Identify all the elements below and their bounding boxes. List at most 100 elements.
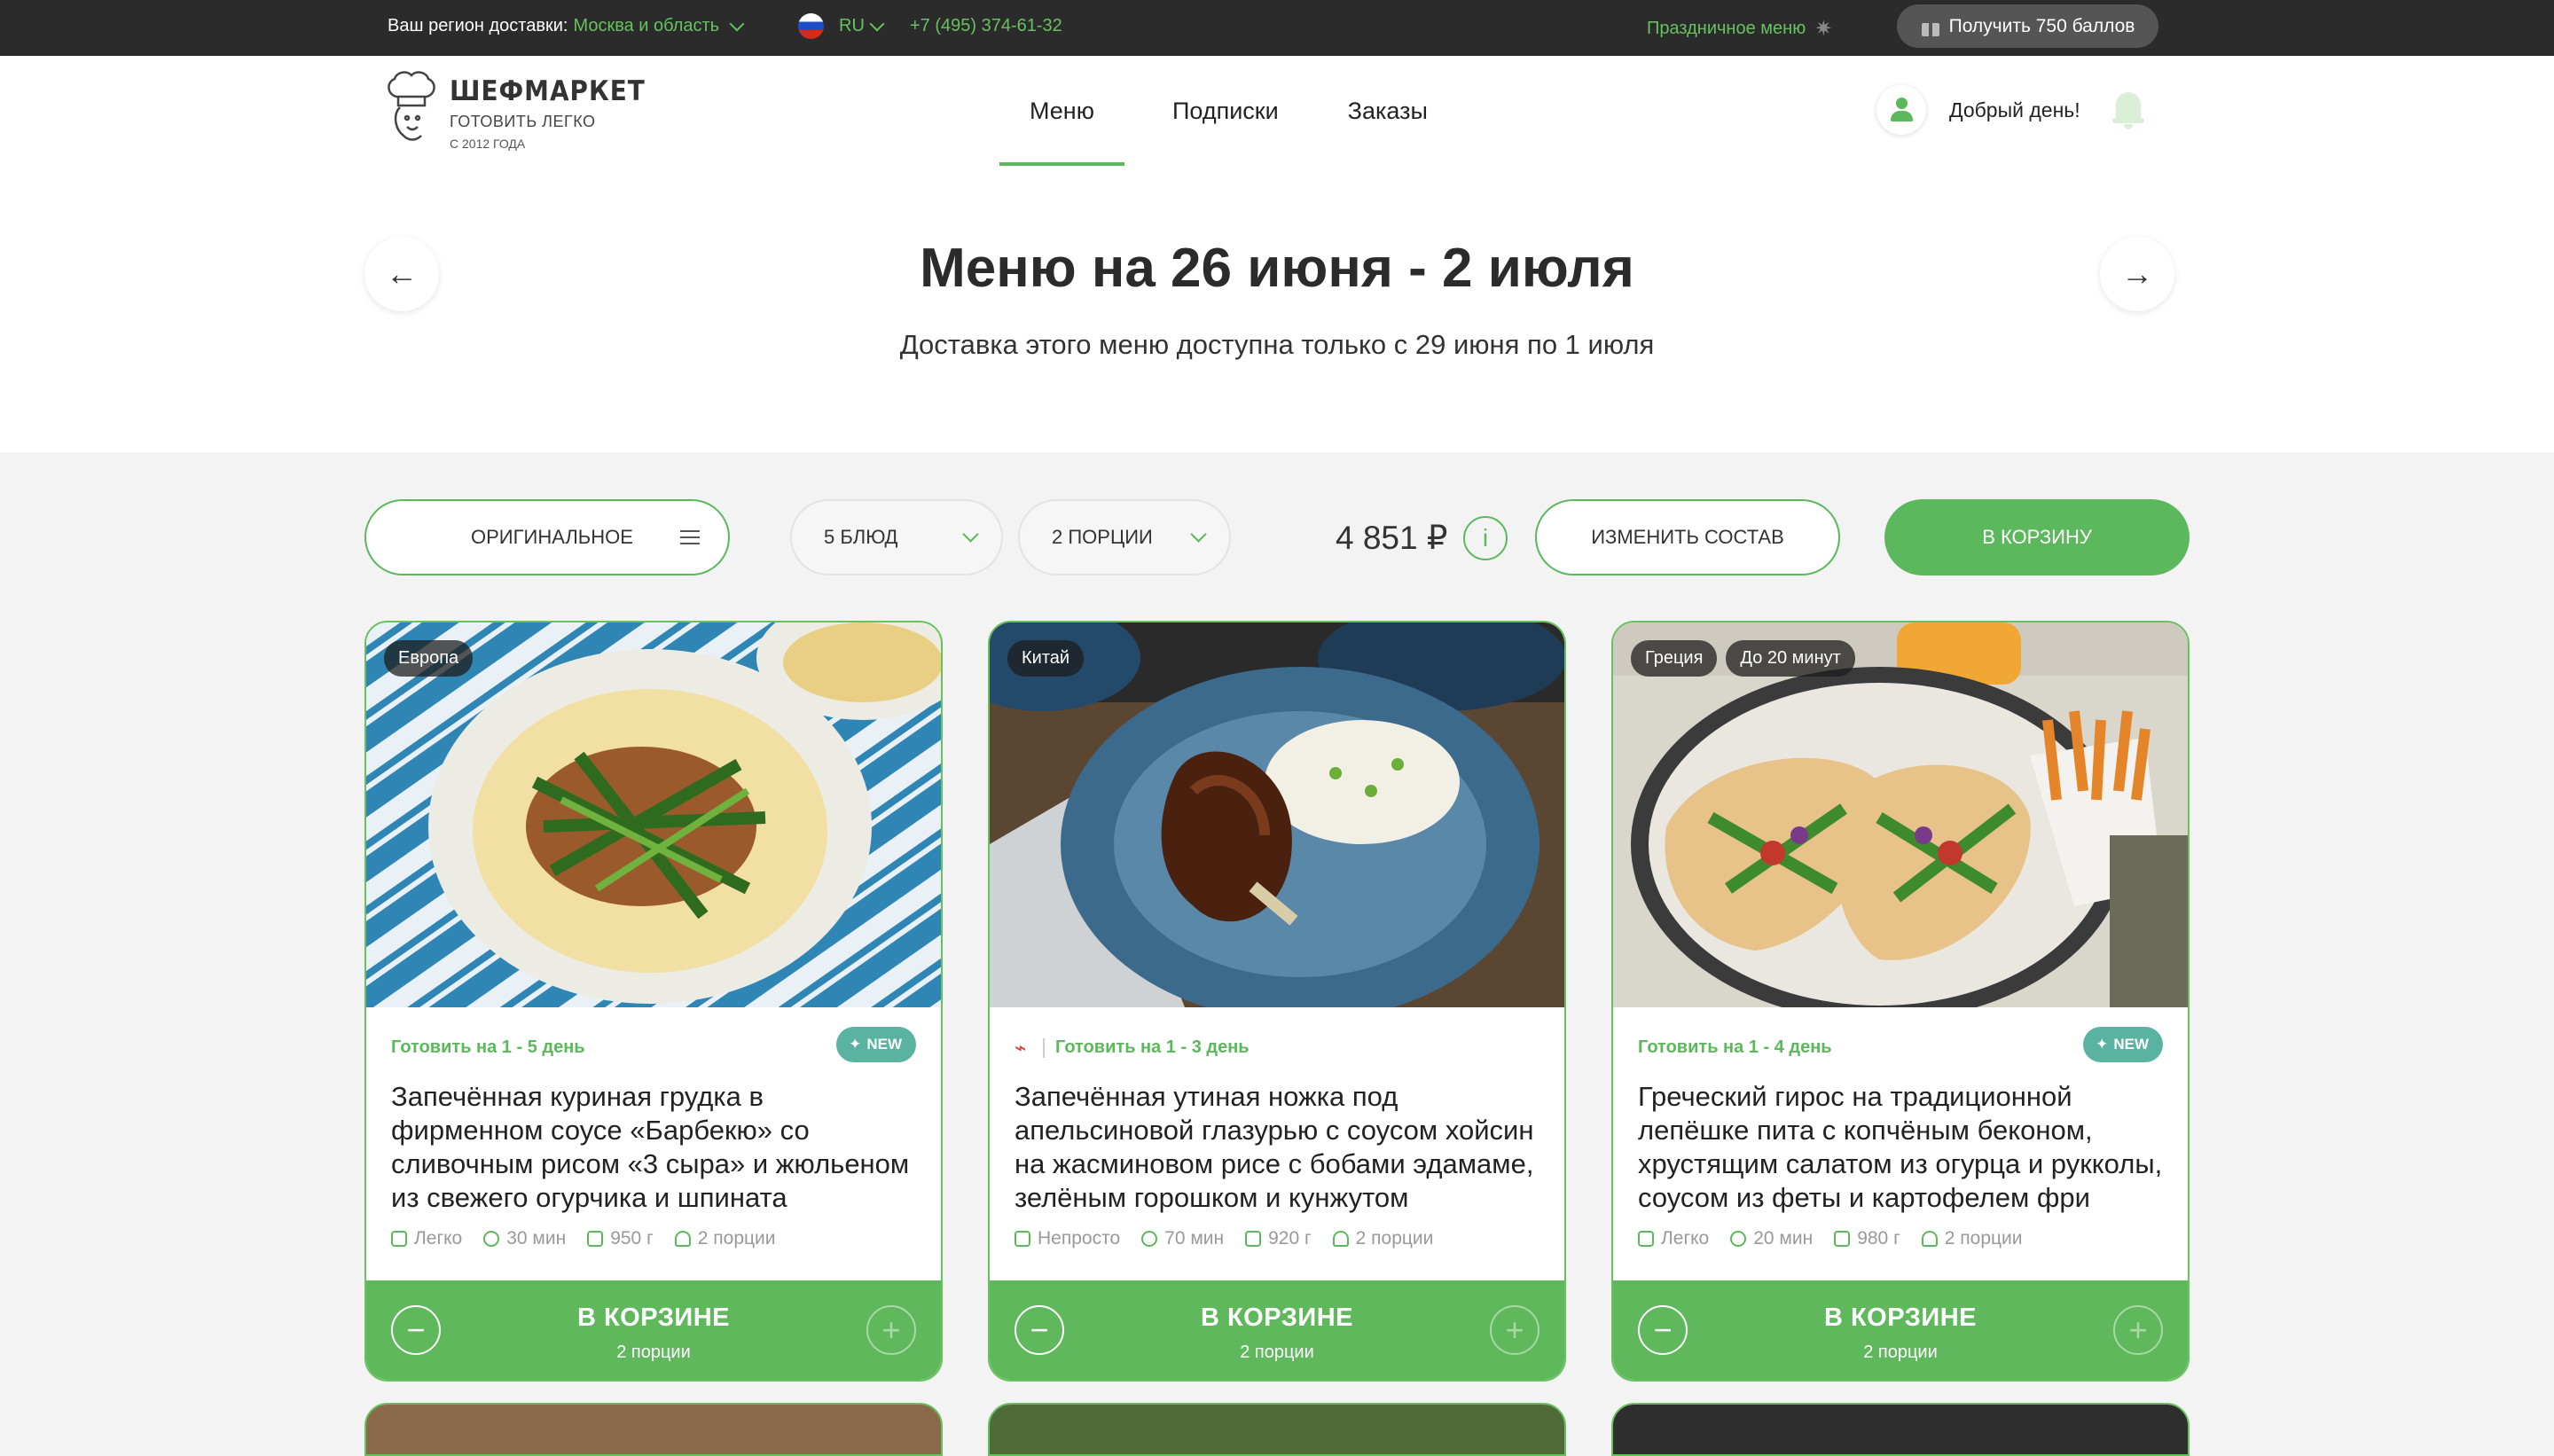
portions-value: 2 порции	[1355, 1228, 1434, 1249]
recipe-title[interactable]: Греческий гирос на традиционной лепёшке …	[1638, 1080, 2163, 1215]
nav-subscriptions[interactable]: Подписки	[1142, 56, 1309, 166]
cook-days: Готовить на 1 - 4 день	[1638, 1037, 1832, 1057]
menu-hero: ← Меню на 26 июня - 2 июля Доставка этог…	[0, 166, 2554, 452]
chili-pepper-icon: ⌁	[1015, 1036, 1027, 1059]
dishes-select[interactable]: 5 БЛЮД	[790, 499, 1003, 575]
difficulty: Непросто	[1015, 1228, 1120, 1249]
chevron-down-icon	[869, 16, 885, 31]
divider	[1043, 1037, 1045, 1058]
dishes-label: 5 БЛЮД	[824, 526, 898, 548]
person-icon	[1921, 1231, 1938, 1247]
weight-value: 920 г	[1268, 1228, 1312, 1249]
menu-controls: ОРИГИНАЛЬНОЕ 5 БЛЮД 2 ПОРЦИИ 4 851 ₽ i И…	[0, 499, 2554, 575]
top-bar: Ваш регион доставки: Москва и область RU…	[0, 0, 2554, 56]
russia-flag-icon	[798, 13, 824, 39]
recipe-card-partial[interactable]	[364, 1403, 943, 1456]
recipe-specs: Легко 20 мин 980 г 2 порции	[1638, 1228, 2022, 1249]
user-avatar-icon[interactable]	[1876, 85, 1926, 135]
recipe-meta: Готовить на 1 - 5 день ✦ NEW	[391, 1027, 916, 1062]
recipe-card[interactable]: Греция До 20 минут Готовить на 1 - 4 ден…	[1611, 621, 2190, 1382]
difficulty-value: Непросто	[1038, 1228, 1121, 1249]
menu-lines-icon	[680, 530, 700, 544]
sparkle-icon: ✦	[2096, 1036, 2109, 1053]
recipe-card[interactable]: Европа Готовить на 1 - 5 день ✦ NEW Запеч…	[364, 621, 943, 1382]
gift-icon	[1921, 17, 1940, 36]
change-composition-button[interactable]: ИЗМЕНИТЬ СОСТАВ	[1535, 499, 1840, 575]
plus-icon[interactable]: +	[2113, 1305, 2163, 1355]
phone-link[interactable]: +7 (495) 374-61-32	[910, 16, 1062, 36]
plus-icon[interactable]: +	[1490, 1305, 1539, 1355]
new-badge-label: NEW	[2113, 1036, 2149, 1053]
recipe-meta: ⌁ Готовить на 1 - 3 день	[1015, 1037, 1539, 1058]
recipe-tags: Европа	[384, 640, 474, 677]
page-subtitle: Доставка этого меню доступна только с 29…	[899, 329, 1655, 360]
portions-value: 2 порции	[1944, 1228, 2023, 1249]
recipe-title[interactable]: Запечённая куриная грудка в фирменном со…	[391, 1080, 916, 1215]
cuisine-tag: Греция	[1631, 640, 1718, 677]
weight: 950 г	[587, 1228, 654, 1249]
cook-days: Готовить на 1 - 5 день	[391, 1037, 585, 1057]
new-badge-label: NEW	[866, 1036, 902, 1053]
cook-time: 70 мин	[1141, 1228, 1224, 1249]
plus-icon[interactable]: +	[866, 1305, 916, 1355]
time-value: 20 мин	[1753, 1228, 1814, 1249]
user-area: Добрый день!	[1876, 85, 2146, 135]
nav-orders[interactable]: Заказы	[1318, 56, 1458, 166]
brand-since: С 2012 ГОДА	[450, 137, 526, 151]
time-value: 70 мин	[1164, 1228, 1225, 1249]
info-icon[interactable]: i	[1463, 516, 1508, 560]
cook-time: 30 мин	[483, 1228, 566, 1249]
chevron-down-icon	[729, 16, 745, 31]
logo[interactable]: ШЕФМАРКЕТ ГОТОВИТЬ ЛЕГКО С 2012 ГОДА	[384, 70, 646, 151]
chevron-down-icon	[1190, 525, 1207, 543]
weight-value: 980 г	[1857, 1228, 1900, 1249]
firework-icon: ✷	[1814, 17, 1833, 41]
cuisine-tag: Китай	[1007, 640, 1085, 677]
weight: 920 г	[1245, 1228, 1312, 1249]
cook-days: Готовить на 1 - 3 день	[1055, 1037, 1250, 1057]
recipe-photo	[366, 622, 941, 1007]
region-value[interactable]: Москва и область	[573, 16, 719, 36]
recipe-title[interactable]: Запечённая утиная ножка под апельсиновой…	[1015, 1080, 1539, 1215]
recipe-card-partial[interactable]	[1611, 1403, 2190, 1456]
greeting: Добрый день!	[1949, 98, 2080, 121]
recipe-specs: Легко 30 мин 950 г 2 порции	[391, 1228, 775, 1249]
time-value: 30 мин	[506, 1228, 567, 1249]
recipe-specs: Непросто 70 мин 920 г 2 порции	[1015, 1228, 1433, 1249]
in-cart-label: В КОРЗИНЕ	[1200, 1303, 1353, 1332]
person-icon	[1332, 1231, 1349, 1247]
box-icon	[587, 1231, 604, 1247]
language-select[interactable]: RU	[839, 16, 885, 36]
difficulty-value: Легко	[1661, 1228, 1710, 1249]
portions-value: 2 порции	[697, 1228, 776, 1249]
get-bonus-button[interactable]: Получить 750 баллов	[1897, 4, 2158, 48]
weight: 980 г	[1834, 1228, 1900, 1249]
chevron-down-icon	[962, 525, 979, 543]
chef-logo-icon	[388, 71, 435, 141]
recipe-tags: Греция До 20 минут	[1631, 640, 1855, 677]
get-bonus-label: Получить 750 баллов	[1948, 15, 2135, 36]
nav-menu[interactable]: Меню	[999, 56, 1124, 166]
box-icon	[1834, 1231, 1851, 1247]
cook-time: 20 мин	[1730, 1228, 1813, 1249]
new-badge: ✦ NEW	[2083, 1027, 2163, 1062]
portions-select[interactable]: 2 ПОРЦИИ	[1018, 499, 1231, 575]
sparkle-icon: ✦	[849, 1036, 862, 1053]
add-to-cart-button[interactable]: В КОРЗИНУ	[1884, 499, 2190, 575]
menu-type-select[interactable]: ОРИГИНАЛЬНОЕ	[364, 499, 730, 575]
arrow-right-icon[interactable]: →	[2100, 237, 2174, 311]
delivery-region[interactable]: Ваш регион доставки: Москва и область	[388, 16, 745, 36]
cart-portions: 2 порции	[616, 1342, 691, 1362]
brand-name: ШЕФМАРКЕТ	[450, 75, 646, 107]
recipe-card[interactable]: Китай ⌁ Готовить на 1 - 3 день Запечённа…	[988, 621, 1566, 1382]
in-cart-bar: − В КОРЗИНЕ 2 порции +	[366, 1280, 941, 1380]
recipe-card-partial[interactable]	[988, 1403, 1566, 1456]
clock-icon	[1141, 1231, 1158, 1247]
chef-hat-icon	[1638, 1231, 1654, 1247]
person-icon	[674, 1231, 691, 1247]
recipe-photo	[1613, 622, 2188, 1007]
bell-icon[interactable]	[2111, 89, 2146, 131]
difficulty: Легко	[1638, 1228, 1709, 1249]
new-badge: ✦ NEW	[836, 1027, 916, 1062]
holiday-menu-link[interactable]: Праздничное меню ✷	[1647, 16, 1832, 42]
